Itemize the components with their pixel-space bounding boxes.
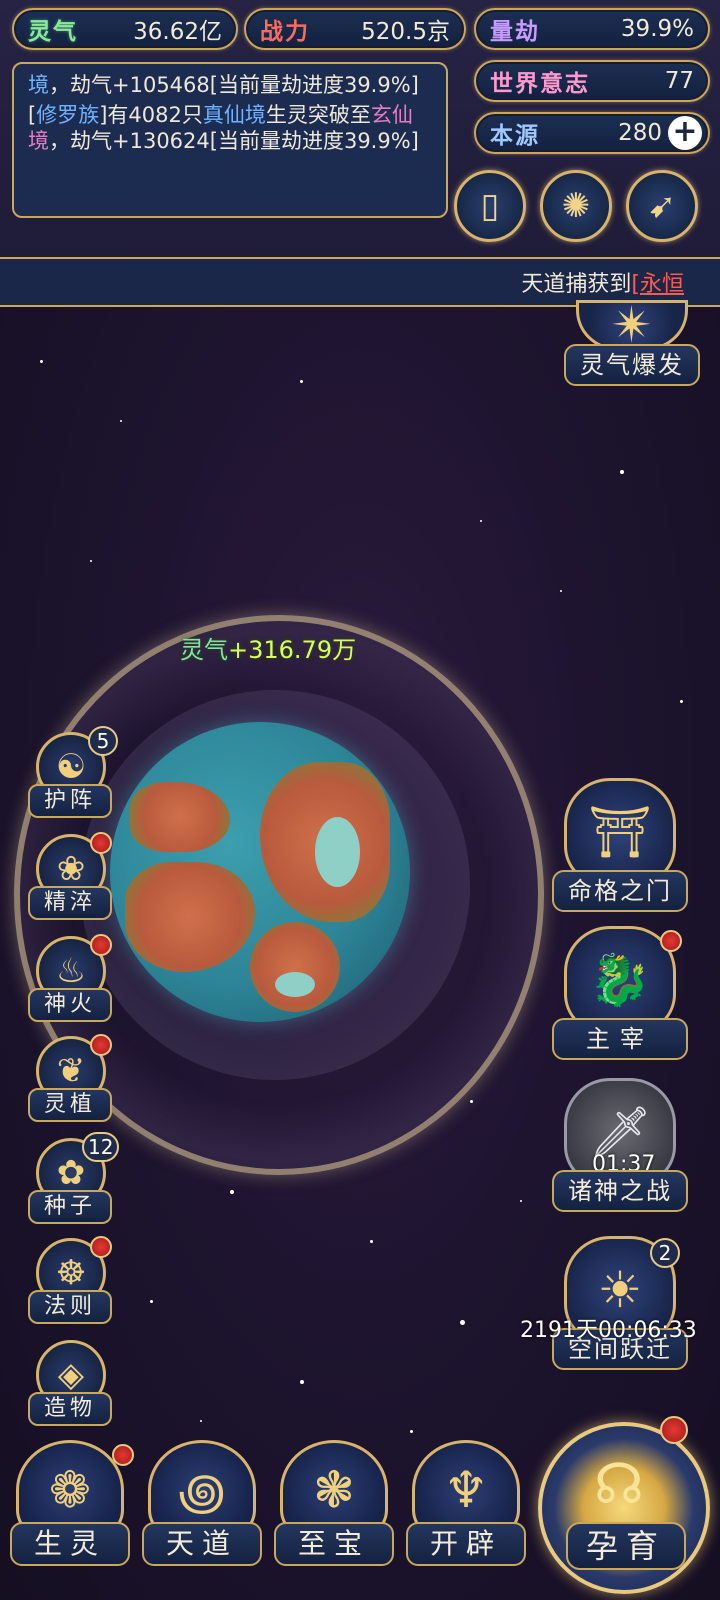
shijie-yizhi-resource[interactable]: 世界意志 77 xyxy=(474,60,710,102)
lingqi-burst-button[interactable]: ✴ 灵气爆发 xyxy=(562,296,702,390)
nav-shengling-label: 生灵 xyxy=(10,1522,130,1566)
zhushen-war-label: 诸神之战 xyxy=(552,1170,688,1212)
shijie-yizhi-value: 77 xyxy=(664,68,694,94)
benyuan-value: 280 xyxy=(618,120,662,146)
shenhuo-alert-dot xyxy=(90,934,112,956)
feature-zhongzi-label: 种子 xyxy=(28,1190,112,1224)
benyuan-add-button[interactable]: + xyxy=(668,116,702,150)
zhanli-value: 520.5京 xyxy=(361,19,450,45)
feature-lingzhi[interactable]: ❦ 灵植 xyxy=(28,1034,112,1132)
scroll-icon: ➹ xyxy=(647,186,677,226)
burst-icon: ✴ xyxy=(576,296,688,354)
feature-shenhuo[interactable]: ♨ 神火 xyxy=(28,934,112,1032)
mingge-gate-label: 命格之门 xyxy=(552,870,688,912)
feature-shenhuo-label: 神火 xyxy=(28,988,112,1022)
ticker-highlight[interactable]: [永恒 xyxy=(631,266,684,298)
feature-faze[interactable]: ☸ 法则 xyxy=(28,1236,112,1334)
mingge-gate-button[interactable]: ⛩ 命格之门 xyxy=(550,778,690,918)
feature-huzhen[interactable]: ☯ 护阵 5 xyxy=(28,726,118,828)
lingqi-label: 灵气 xyxy=(28,19,78,45)
embryo-icon: ☊ xyxy=(594,1452,644,1517)
liangjie-value: 39.9% xyxy=(620,16,694,42)
jingcui-alert-dot xyxy=(90,832,112,854)
log-part1: 有4082只 xyxy=(107,103,203,127)
vortex-icon: ✺ xyxy=(561,186,591,226)
feature-zhongzi[interactable]: ✿ 种子 12 xyxy=(28,1132,120,1234)
nav-kaipi-label: 开辟 xyxy=(406,1522,526,1566)
gain-value: +316.79万 xyxy=(228,636,357,664)
log-race: 修罗族 xyxy=(36,103,100,127)
card-icon: ▯ xyxy=(480,186,500,226)
benyuan-resource[interactable]: 本源 280 + xyxy=(474,112,710,154)
log-part2: 生灵突破至 xyxy=(265,103,371,127)
lingqi-gain-popup: 灵气+316.79万 xyxy=(180,630,356,665)
feature-jingcui[interactable]: ❀ 精淬 xyxy=(28,832,112,930)
shijie-yizhi-label: 世界意志 xyxy=(490,71,590,97)
space-jump-timer: 2191天00:06:33 xyxy=(520,1318,697,1343)
vortex-button[interactable]: ✺ xyxy=(540,170,612,242)
feature-faze-label: 法则 xyxy=(28,1290,112,1324)
faze-alert-dot xyxy=(90,1236,112,1258)
log-line-1: 境，劫气+105468[当前量劫进度39.9%] xyxy=(28,72,432,98)
space-jump-count-badge: 2 xyxy=(650,1238,680,1268)
zhuzai-alert-dot xyxy=(660,930,682,952)
log-realm-from: 真仙境 xyxy=(202,103,266,127)
lingqi-value: 36.62亿 xyxy=(133,19,222,45)
liangjie-resource[interactable]: 量劫 39.9% xyxy=(474,8,710,50)
ticker-text: 天道捕获到 xyxy=(521,272,632,297)
feature-zaowu[interactable]: ◈ 造物 xyxy=(28,1340,112,1436)
nav-kaipi[interactable]: ♆ 开辟 xyxy=(404,1440,528,1570)
nav-tiandao[interactable]: ꩜ 天道 xyxy=(140,1440,264,1570)
nurture-alert-dot xyxy=(660,1416,688,1444)
zhanli-label: 战力 xyxy=(260,19,310,45)
zhuzai-label: 主宰 xyxy=(552,1018,688,1060)
shengling-alert-dot xyxy=(112,1444,134,1466)
nav-zhibao[interactable]: ❃ 至宝 xyxy=(272,1440,396,1570)
planet[interactable] xyxy=(110,722,410,1022)
nav-zhibao-label: 至宝 xyxy=(274,1522,394,1566)
log-line-2: [修罗族]有4082只真仙境生灵突破至玄仙境，劫气+130624[当前量劫进度3… xyxy=(28,103,419,153)
scroll-button[interactable]: ➹ xyxy=(626,170,698,242)
feature-jingcui-label: 精淬 xyxy=(28,886,112,920)
log-line-1-prefix: 境 xyxy=(28,73,49,97)
huzhen-count-badge: 5 xyxy=(88,726,118,756)
card-button[interactable]: ▯ xyxy=(454,170,526,242)
feature-lingzhi-label: 灵植 xyxy=(28,1088,112,1122)
benyuan-label: 本源 xyxy=(490,123,540,149)
feature-zaowu-label: 造物 xyxy=(28,1392,112,1426)
lingqi-resource[interactable]: 灵气 36.62亿 xyxy=(12,8,238,50)
gain-label: 灵气 xyxy=(180,636,228,664)
log-part3: ，劫气+130624[当前量劫进度39.9%] xyxy=(49,129,419,153)
zhushen-war-button[interactable]: 🗡 01:37 诸神之战 xyxy=(550,1078,690,1218)
plus-icon: + xyxy=(672,114,698,149)
lingzhi-alert-dot xyxy=(90,1034,112,1056)
space-jump-button[interactable]: ☀ 2 空间跃迁 xyxy=(550,1236,690,1376)
feature-huzhen-label: 护阵 xyxy=(28,784,112,818)
zhuzai-button[interactable]: 🐉 主宰 xyxy=(550,926,690,1066)
lingqi-burst-label: 灵气爆发 xyxy=(564,344,700,386)
zhanli-resource[interactable]: 战力 520.5京 xyxy=(244,8,466,50)
log-line-1-text: ，劫气+105468[当前量劫进度39.9%] xyxy=(49,73,419,97)
nav-tiandao-label: 天道 xyxy=(142,1522,262,1566)
nav-shengling[interactable]: ❁ 生灵 xyxy=(8,1440,134,1570)
event-log[interactable]: 境，劫气+105468[当前量劫进度39.9%] [修罗族]有4082只真仙境生… xyxy=(12,62,448,218)
zhongzi-count-badge: 12 xyxy=(82,1132,120,1162)
liangjie-label: 量劫 xyxy=(490,19,540,45)
nurture-label: 孕育 xyxy=(566,1522,686,1570)
